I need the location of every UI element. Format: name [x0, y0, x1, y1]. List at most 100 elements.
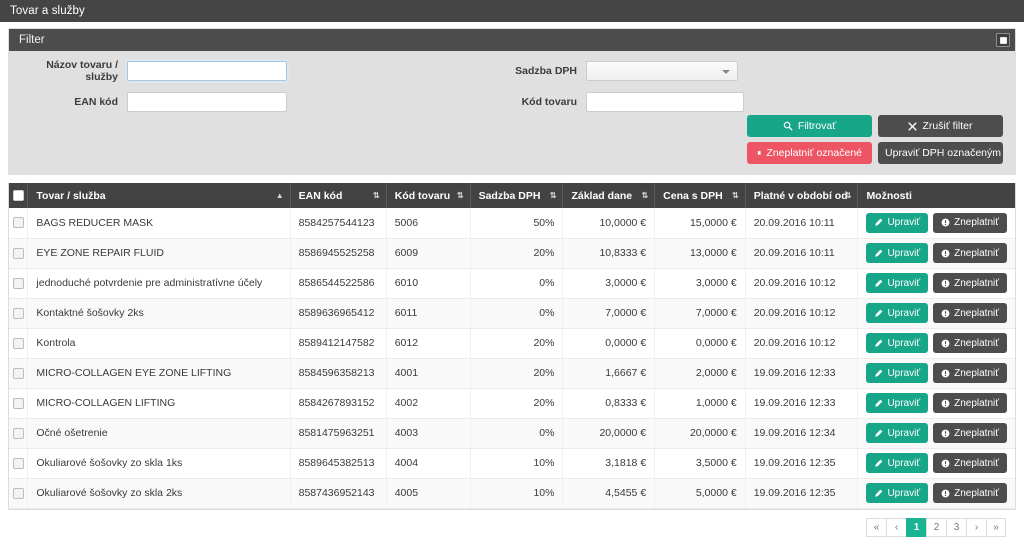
row-select-cell[interactable] [9, 358, 29, 389]
cell-vat-rate: 20% [470, 358, 564, 389]
row-invalidate-button[interactable]: Zneplatniť [933, 303, 1007, 323]
pagination-first[interactable]: « [866, 517, 886, 537]
column-header-tax-base[interactable]: Základ dane ⇅ [562, 183, 656, 208]
pagination-page-1[interactable]: 1 [906, 517, 926, 537]
edit-vat-selected-button[interactable]: Upraviť DPH označeným [878, 142, 1003, 164]
cell-vat-rate: 20% [470, 328, 564, 359]
goods-code-input[interactable] [586, 92, 744, 112]
goods-table-container: Tovar / služba ▲ EAN kód ⇅ Kód tovaru ⇅ … [8, 183, 1016, 510]
cell-name: Kontaktné šošovky 2ks [27, 298, 291, 329]
row-invalidate-button[interactable]: Zneplatniť [933, 212, 1007, 233]
cell-valid-from: 20.09.2016 10:12 [745, 298, 859, 329]
clear-filter-button[interactable]: Zrušiť filter [878, 115, 1003, 137]
row-actions: Upraviť Zneplatniť [866, 453, 1007, 473]
row-checkbox[interactable] [12, 427, 24, 439]
row-edit-button[interactable]: Upraviť [866, 273, 929, 293]
pagination-page-3[interactable]: 3 [946, 517, 966, 537]
column-header-price-with-vat[interactable]: Cena s DPH ⇅ [654, 183, 746, 208]
search-icon [783, 121, 793, 131]
row-edit-button[interactable]: Upraviť [866, 423, 929, 443]
column-header-vat-rate-label: Sadzba DPH [478, 189, 541, 202]
column-header-name[interactable]: Tovar / služba ▲ [27, 183, 291, 208]
row-edit-button[interactable]: Upraviť [866, 333, 929, 353]
row-invalidate-button[interactable]: Zneplatniť [933, 363, 1007, 383]
info-circle-icon [941, 369, 950, 377]
row-edit-button[interactable]: Upraviť [866, 363, 929, 383]
name-input[interactable] [127, 61, 287, 81]
column-header-ean[interactable]: EAN kód ⇅ [290, 183, 387, 208]
cell-tax-base: 7,0000 € [562, 298, 656, 329]
cell-options: Upraviť Zneplatniť [857, 388, 1015, 419]
row-select-cell[interactable] [9, 208, 29, 239]
column-header-vat-rate[interactable]: Sadzba DPH ⇅ [470, 183, 564, 208]
row-actions: Upraviť Zneplatniť [866, 333, 1007, 353]
row-invalidate-button[interactable]: Zneplatniť [933, 453, 1007, 473]
cell-valid-from: 20.09.2016 10:11 [745, 208, 859, 239]
row-invalidate-button[interactable]: Zneplatniť [933, 333, 1007, 353]
pencil-icon [875, 429, 883, 437]
pencil-icon [875, 339, 883, 347]
cell-ean: 8584257544123 [290, 208, 387, 239]
pagination-next[interactable]: › [966, 517, 986, 537]
row-edit-button[interactable]: Upraviť [866, 212, 929, 233]
cell-tax-base: 1,6667 € [562, 358, 656, 389]
row-select-cell[interactable] [9, 418, 29, 449]
row-edit-button[interactable]: Upraviť [866, 453, 929, 473]
invalidate-selected-button-label: Zneplatniť označené [766, 147, 862, 159]
vat-rate-select[interactable] [586, 61, 738, 81]
row-select-cell[interactable] [9, 268, 29, 299]
row-invalidate-button-label: Zneplatniť [954, 397, 999, 409]
row-invalidate-button[interactable]: Zneplatniť [933, 393, 1007, 413]
column-header-select-all[interactable] [9, 183, 29, 208]
row-checkbox[interactable] [12, 277, 24, 289]
row-select-cell[interactable] [9, 298, 29, 329]
collapse-window-icon[interactable] [996, 33, 1010, 47]
select-all-checkbox[interactable] [12, 190, 24, 202]
info-circle-icon [941, 249, 950, 257]
row-select-cell[interactable] [9, 478, 29, 509]
field-row-name: Názov tovaru / služby [21, 59, 491, 83]
row-invalidate-button[interactable]: Zneplatniť [933, 483, 1007, 503]
collapse-glyph [999, 36, 1007, 44]
pagination-prev[interactable]: ‹ [886, 517, 906, 537]
info-circle-icon [941, 309, 950, 317]
ean-input[interactable] [127, 92, 287, 112]
column-header-code[interactable]: Kód tovaru ⇅ [386, 183, 471, 208]
cell-code: 5006 [386, 208, 471, 239]
invalidate-selected-button[interactable]: Zneplatniť označené [747, 142, 872, 164]
row-select-cell[interactable] [9, 238, 29, 269]
row-invalidate-button[interactable]: Zneplatniť [933, 273, 1007, 293]
pencil-icon [875, 489, 883, 497]
cell-vat-rate: 20% [470, 388, 564, 419]
cell-ean: 8589636965412 [290, 298, 387, 329]
row-invalidate-button[interactable]: Zneplatniť [933, 423, 1007, 443]
row-invalidate-button[interactable]: Zneplatniť [933, 243, 1007, 263]
cell-vat-rate: 10% [470, 478, 564, 509]
row-select-cell[interactable] [9, 388, 29, 419]
cell-options: Upraviť Zneplatniť [857, 478, 1015, 509]
row-checkbox[interactable] [12, 457, 24, 469]
row-checkbox[interactable] [12, 307, 24, 319]
pagination-page-2[interactable]: 2 [926, 517, 946, 537]
row-checkbox[interactable] [12, 487, 24, 499]
filter-button[interactable]: Filtrovať [747, 115, 872, 137]
cell-valid-from: 19.09.2016 12:35 [745, 448, 859, 479]
cell-code: 4001 [386, 358, 471, 389]
row-checkbox[interactable] [12, 217, 24, 229]
row-edit-button[interactable]: Upraviť [866, 483, 929, 503]
cell-name: EYE ZONE REPAIR FLUID [27, 238, 291, 269]
cell-price-with-vat: 7,0000 € [654, 298, 746, 329]
row-checkbox[interactable] [12, 367, 24, 379]
row-edit-button[interactable]: Upraviť [866, 393, 929, 413]
row-checkbox[interactable] [12, 397, 24, 409]
row-checkbox[interactable] [12, 337, 24, 349]
row-edit-button[interactable]: Upraviť [866, 243, 929, 263]
row-edit-button[interactable]: Upraviť [866, 303, 929, 323]
cell-options: Upraviť Zneplatniť [857, 448, 1015, 479]
column-header-valid-from[interactable]: Platné v období od ⇅ [745, 183, 859, 208]
cell-options: Upraviť Zneplatniť [857, 358, 1015, 389]
row-checkbox[interactable] [12, 247, 24, 259]
row-select-cell[interactable] [9, 328, 29, 359]
row-select-cell[interactable] [9, 448, 29, 479]
pagination-last[interactable]: » [986, 517, 1006, 537]
